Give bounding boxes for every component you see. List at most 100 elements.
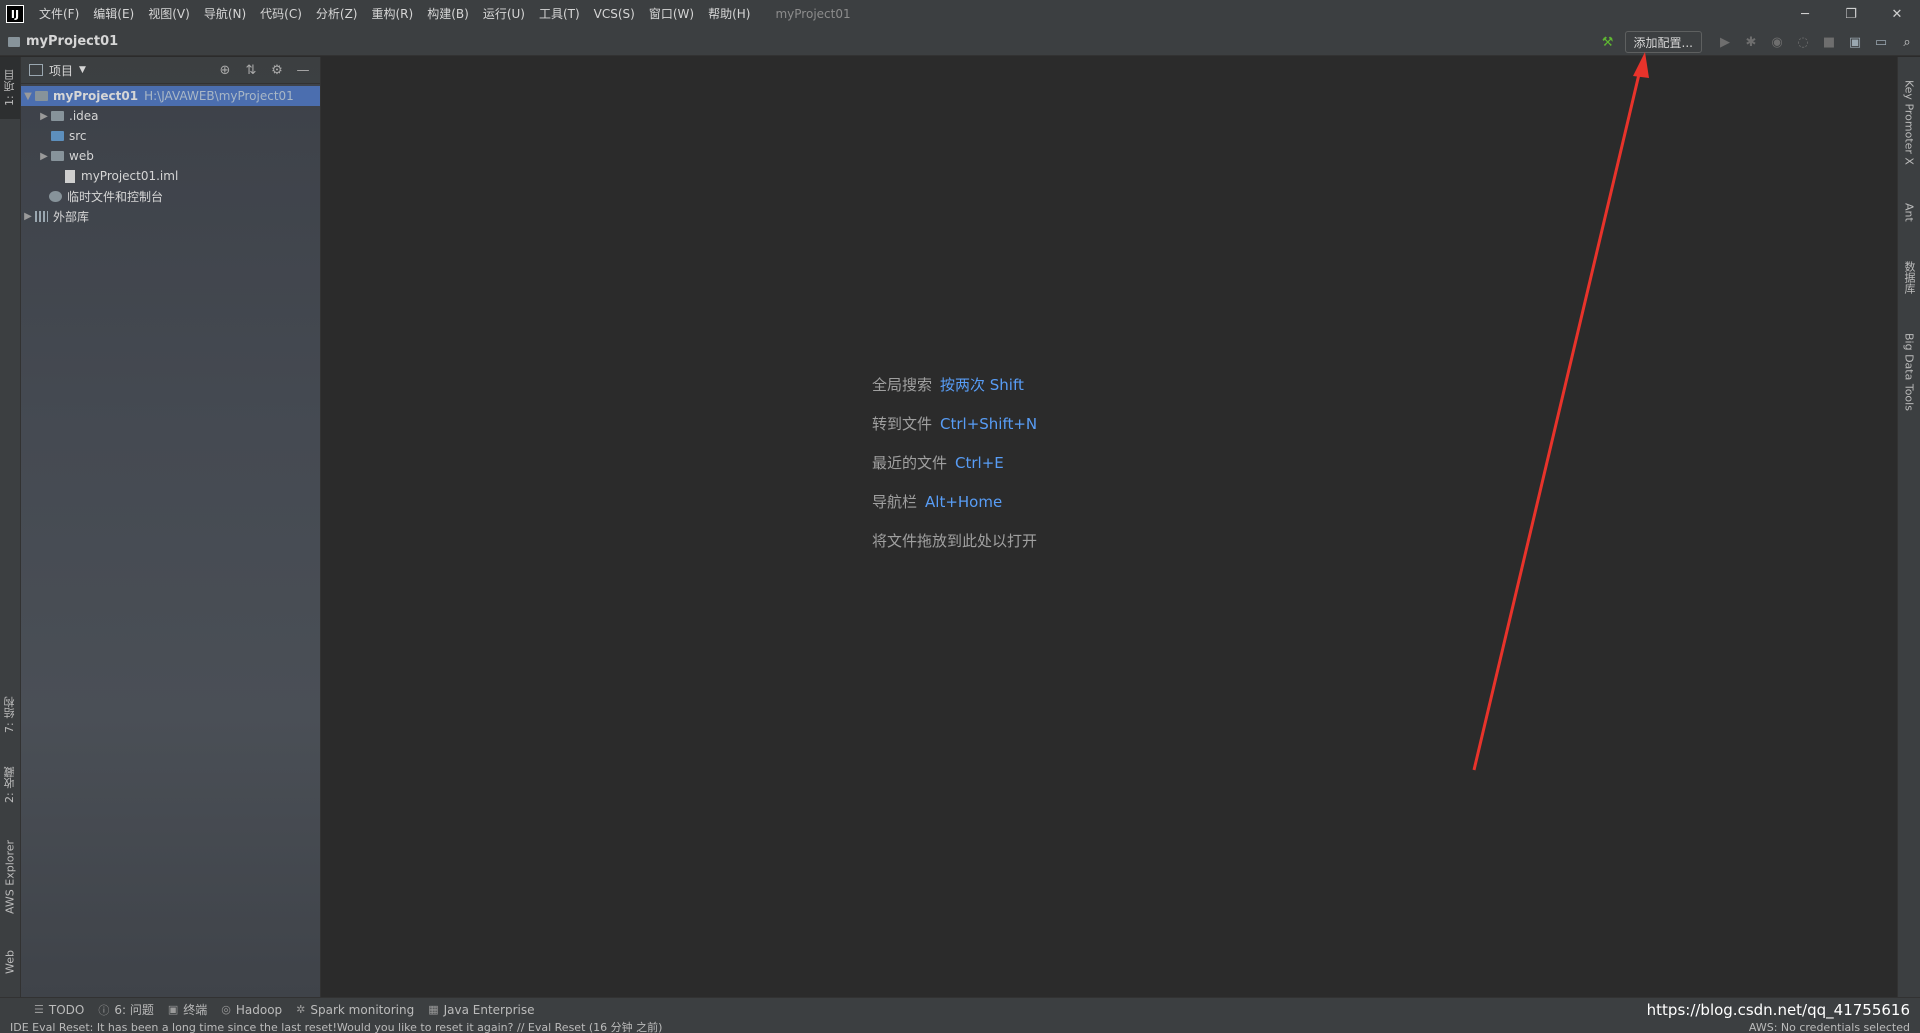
tool-tab-key-promoter[interactable]: Key Promoter X [1898,67,1920,177]
breadcrumb[interactable]: myProject01 [8,34,118,49]
menu-refactor[interactable]: 重构(R) [365,0,421,28]
library-icon [35,210,48,222]
hint-shortcut: 按两次 Shift [940,376,1024,394]
tree-root-path: H:\JAVAWEB\myProject01 [144,89,294,103]
hint-label: 导航栏 [872,493,918,511]
tab-label: 6: 问题 [114,1003,154,1017]
project-panel-header: 项目 ▼ ⊕ ⇅ ⚙ — [21,57,320,84]
tree-item-src[interactable]: src [21,126,320,146]
tool-tab-database[interactable]: 数据库 [1898,247,1920,307]
hint-label: 将文件拖放到此处以打开 [872,532,1038,550]
aws-credentials-status[interactable]: AWS: No credentials selected [1749,1021,1910,1033]
hint-go-to-file: 转到文件 Ctrl+Shift+N [872,413,1037,434]
stop-icon[interactable]: ■ [1816,28,1842,56]
restore-icon[interactable]: ❐ [1828,0,1874,28]
editor-area[interactable]: 全局搜索 按两次 Shift 转到文件 Ctrl+Shift+N 最近的文件 Ctrl… [321,57,1898,997]
tool-tab-todo[interactable]: ☰ TODO [34,1003,84,1017]
tree-root-label: myProject01 [53,89,139,103]
bottom-tool-bar: ☰ TODO ⓘ 6: 问题 ▣ 终端 ◎ Hadoop ✲ Spark monitori… [0,997,1920,1021]
tree-item-root[interactable]: ▼ myProject01 H:\JAVAWEB\myProject01 [21,86,320,106]
project-tree: ▼ myProject01 H:\JAVAWEB\myProject01 ▶ .… [21,84,320,226]
tool-tab-structure[interactable]: 7: 结构 [0,687,20,743]
search-icon[interactable]: ⌕ [1894,28,1920,56]
menu-navigate[interactable]: 导航(N) [197,0,253,28]
chevron-down-icon[interactable]: ▼ [21,91,35,102]
chevron-down-icon: ▼ [79,65,86,75]
debug-icon[interactable]: ✱ [1738,28,1764,56]
tree-item-label: src [69,129,87,143]
minimize-icon[interactable]: ─ [1782,0,1828,28]
menu-file[interactable]: 文件(F) [32,0,86,28]
right-tool-strip: Key Promoter X Ant 数据库 Big Data Tools [1897,57,1920,997]
menu-build[interactable]: 构建(B) [420,0,476,28]
tool-tab-big-data-tools[interactable]: Big Data Tools [1898,317,1920,427]
navigation-bar: myProject01 ⚒ 添加配置... ▶ ✱ ◉ ◌ ■ ▣ ▭ ⌕ [0,28,1920,56]
tool-tab-web[interactable]: Web [0,937,20,987]
project-view-selector[interactable]: 项目 ▼ [29,62,86,79]
tree-item-label: web [69,149,94,163]
close-icon[interactable]: ✕ [1874,0,1920,28]
hint-drop-files: 将文件拖放到此处以打开 [872,530,1037,551]
tool-tab-hadoop[interactable]: ◎ Hadoop [221,1003,282,1017]
tree-item-external-libraries[interactable]: ▶ 外部库 [21,206,320,226]
gear-icon[interactable]: ⚙ [264,63,290,78]
chevron-right-icon[interactable]: ▶ [37,151,51,162]
chevron-right-icon[interactable]: ▶ [21,211,35,222]
coverage-icon[interactable]: ◉ [1764,28,1790,56]
hint-shortcut: Ctrl+Shift+N [940,415,1038,433]
menu-window[interactable]: 窗口(W) [642,0,701,28]
hint-label: 全局搜索 [872,376,933,394]
run-icon[interactable]: ▶ [1712,28,1738,56]
build-hammer-icon[interactable]: ⚒ [1595,28,1621,56]
tree-item-scratches[interactable]: 临时文件和控制台 [21,186,320,206]
tab-label: 终端 [183,1003,208,1017]
tree-item-idea[interactable]: ▶ .idea [21,106,320,126]
tool-tab-java-enterprise[interactable]: ▦ Java Enterprise [428,1003,534,1017]
tool-tab-ant[interactable]: Ant [1898,187,1920,237]
menu-run[interactable]: 运行(U) [476,0,532,28]
left-tool-strip: 1: 项目 7: 结构 2: 收藏 AWS Explorer Web [0,57,21,997]
tool-tab-favorites[interactable]: 2: 收藏 [0,757,20,813]
hint-label: 转到文件 [872,415,933,433]
project-view-icon [29,64,43,76]
tree-item-label: 临时文件和控制台 [67,189,164,204]
menu-analyze[interactable]: 分析(Z) [309,0,365,28]
menu-view[interactable]: 视图(V) [141,0,197,28]
tool-tab-spark[interactable]: ✲ Spark monitoring [296,1003,414,1017]
hide-icon[interactable]: — [290,63,316,78]
layout-icon[interactable]: ▭ [1868,28,1894,56]
watermark-url: https://blog.csdn.net/qq_41755616 [1646,1001,1910,1019]
hadoop-icon: ◎ [221,1003,231,1016]
menu-tools[interactable]: 工具(T) [532,0,587,28]
chevron-right-icon[interactable]: ▶ [37,111,51,122]
hint-label: 最近的文件 [872,454,948,472]
scratches-icon [49,190,62,202]
hint-recent-files: 最近的文件 Ctrl+E [872,452,1004,473]
project-panel-title: 项目 [49,63,74,78]
tool-tab-project[interactable]: 1: 项目 [0,57,20,119]
tree-item-label: 外部库 [53,209,90,224]
tool-tab-aws-explorer[interactable]: AWS Explorer [0,827,20,927]
tree-item-web[interactable]: ▶ web [21,146,320,166]
java-enterprise-icon: ▦ [428,1003,439,1016]
tree-item-iml[interactable]: myProject01.iml [21,166,320,186]
project-panel-tools: ⊕ ⇅ ⚙ — [212,57,316,83]
folder-icon [35,91,48,101]
terminal-icon: ▣ [167,1003,179,1016]
menu-code[interactable]: 代码(C) [253,0,309,28]
locate-icon[interactable]: ⊕ [212,63,238,78]
profile-icon[interactable]: ◌ [1790,28,1816,56]
spark-icon: ✲ [296,1003,306,1016]
tool-tab-terminal[interactable]: ▣ 终端 [168,1001,207,1018]
navbar-toolbar: ⚒ 添加配置... ▶ ✱ ◉ ◌ ■ ▣ ▭ ⌕ [1595,28,1920,56]
status-message[interactable]: IDE Eval Reset: It has been a long time … [10,1021,662,1033]
menu-edit[interactable]: 编辑(E) [86,0,141,28]
tab-label: Spark monitoring [310,1002,415,1017]
add-configuration-button[interactable]: 添加配置... [1624,31,1702,53]
breadcrumb-project[interactable]: myProject01 [26,34,118,49]
menu-vcs[interactable]: VCS(S) [587,0,642,28]
menu-help[interactable]: 帮助(H) [701,0,757,28]
collapse-all-icon[interactable]: ⇅ [238,63,264,78]
tool-tab-problems[interactable]: ⓘ 6: 问题 [98,1001,154,1018]
project-structure-icon[interactable]: ▣ [1842,28,1868,56]
